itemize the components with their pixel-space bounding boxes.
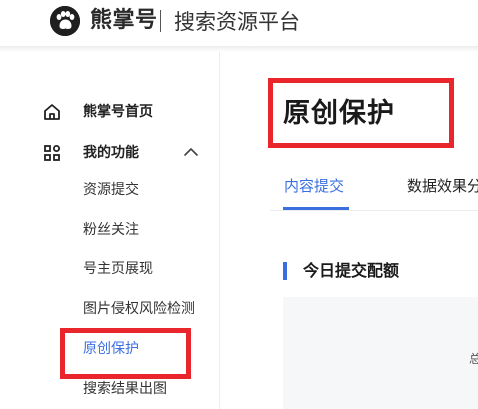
quota-panel: 总	[283, 297, 478, 409]
sidebar-subitem-resource-submit[interactable]: 资源提交	[83, 180, 139, 200]
highlight-box-title	[268, 78, 454, 148]
sidebar-subitem-homepage-display[interactable]: 号主页展现	[83, 259, 153, 279]
sidebar-item-home-label: 熊掌号首页	[83, 104, 153, 120]
sidebar-subitem-image-infringement-check[interactable]: 图片侵权风险检测	[83, 299, 195, 319]
sidebar-subitem-followers[interactable]: 粉丝关注	[83, 220, 139, 240]
paw-icon[interactable]	[50, 6, 80, 36]
platform-name: 搜索资源平台	[174, 10, 300, 34]
sidebar-item-home[interactable]: 熊掌号首页	[0, 100, 220, 124]
sidebar-item-my-functions-label: 我的功能	[83, 145, 139, 161]
tab-data-effect[interactable]: 数据效果分	[407, 176, 478, 196]
sidebar-subitem-search-result-image[interactable]: 搜索结果出图	[83, 379, 167, 399]
chevron-up-icon[interactable]	[182, 145, 200, 159]
active-tab-indicator	[283, 207, 349, 210]
tab-content-submit[interactable]: 内容提交	[284, 176, 344, 196]
top-header: 熊掌号 搜索资源平台	[0, 0, 478, 46]
highlight-box-original-protection	[60, 328, 191, 379]
brand-name[interactable]: 熊掌号	[90, 7, 158, 35]
home-icon	[42, 102, 62, 122]
grid-icon	[42, 143, 62, 163]
quota-total-label: 总	[469, 352, 478, 366]
tab-bar: 内容提交 数据效果分	[270, 160, 478, 211]
brand-divider	[160, 10, 161, 32]
sidebar-item-my-functions[interactable]: 我的功能	[0, 141, 220, 165]
section-title-daily-quota: 今日提交配额	[303, 261, 400, 280]
section-accent-bar	[283, 262, 287, 280]
